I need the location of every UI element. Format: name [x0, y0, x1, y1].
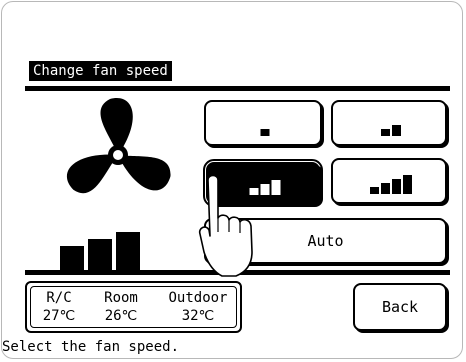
speed-1-bars-icon: [260, 129, 270, 136]
title-divider: [25, 86, 450, 91]
speed-bar-2: [381, 183, 390, 194]
room-temperature: Room 26℃: [91, 289, 151, 325]
page-title: Change fan speed: [29, 61, 172, 81]
speed-bar-2: [392, 125, 401, 136]
speed-4-bars-icon: [370, 175, 412, 194]
remote-controller-screen: Change fan speed Auto R/C 27℃ Room 26℃ O…: [0, 0, 466, 362]
rc-temperature-value: 27℃: [42, 308, 76, 324]
outdoor-temperature-value: 32℃: [181, 308, 215, 324]
speed-bar-3: [392, 179, 401, 194]
speed-2-bars-icon: [381, 125, 401, 136]
fan-speed-4-button[interactable]: [331, 158, 447, 204]
speed-bar-3: [271, 180, 281, 195]
speed-bar-1: [370, 187, 379, 194]
speed-bar-3: [116, 232, 140, 270]
speed-bar-2: [88, 239, 112, 270]
speed-bar-4: [403, 175, 412, 194]
fan-icon: [66, 98, 171, 193]
speed-bar-1: [260, 129, 270, 136]
temperature-status-inner: R/C 27℃ Room 26℃ Outdoor 32℃: [30, 286, 237, 328]
outdoor-temperature-label: Outdoor: [168, 290, 228, 306]
speed-bar-1: [381, 129, 390, 136]
room-temperature-label: Room: [104, 290, 138, 306]
speed-bar-1: [60, 246, 84, 270]
back-button[interactable]: Back: [353, 283, 447, 331]
speed-bar-2: [260, 184, 270, 195]
rc-temperature-label: R/C: [46, 290, 72, 306]
back-button-label: Back: [381, 298, 419, 316]
fan-speed-1-button[interactable]: [204, 100, 322, 146]
outdoor-temperature: Outdoor 32℃: [159, 289, 237, 325]
pointing-hand-icon: [198, 174, 253, 277]
current-fan-speed-indicator: [60, 232, 140, 270]
instruction-message: Select the fan speed.: [2, 339, 180, 355]
temperature-status-panel: R/C 27℃ Room 26℃ Outdoor 32℃: [25, 281, 242, 333]
rc-temperature: R/C 27℃: [33, 289, 85, 325]
fan-speed-2-button[interactable]: [331, 100, 447, 146]
room-temperature-value: 26℃: [104, 308, 138, 324]
